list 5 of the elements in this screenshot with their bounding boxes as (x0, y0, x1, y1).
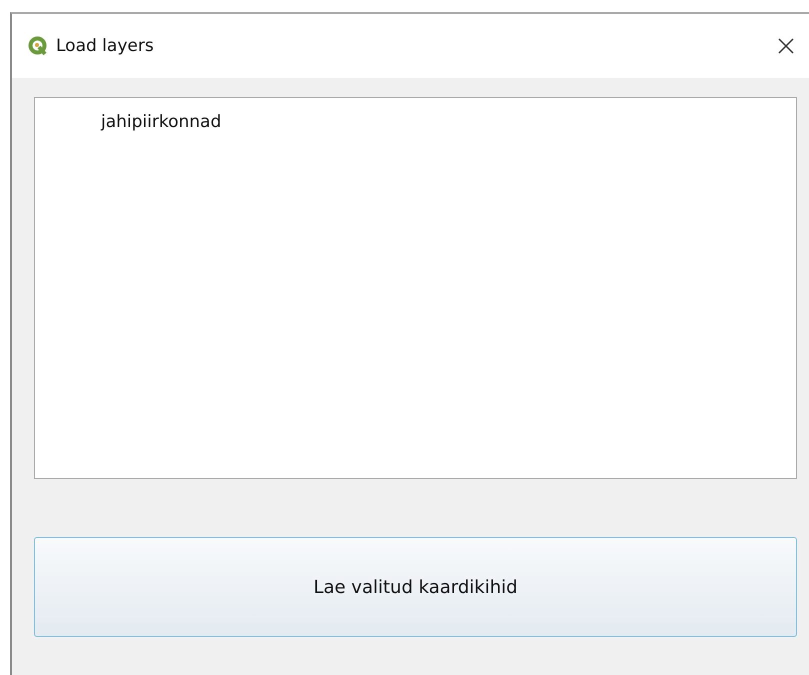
load-button[interactable]: Lae valitud kaardikihid (34, 537, 797, 637)
layer-item[interactable]: jahipiirkonnad (101, 112, 796, 132)
close-icon[interactable] (777, 37, 795, 55)
app-logo-icon (28, 36, 48, 56)
window-title: Load layers (56, 36, 154, 56)
